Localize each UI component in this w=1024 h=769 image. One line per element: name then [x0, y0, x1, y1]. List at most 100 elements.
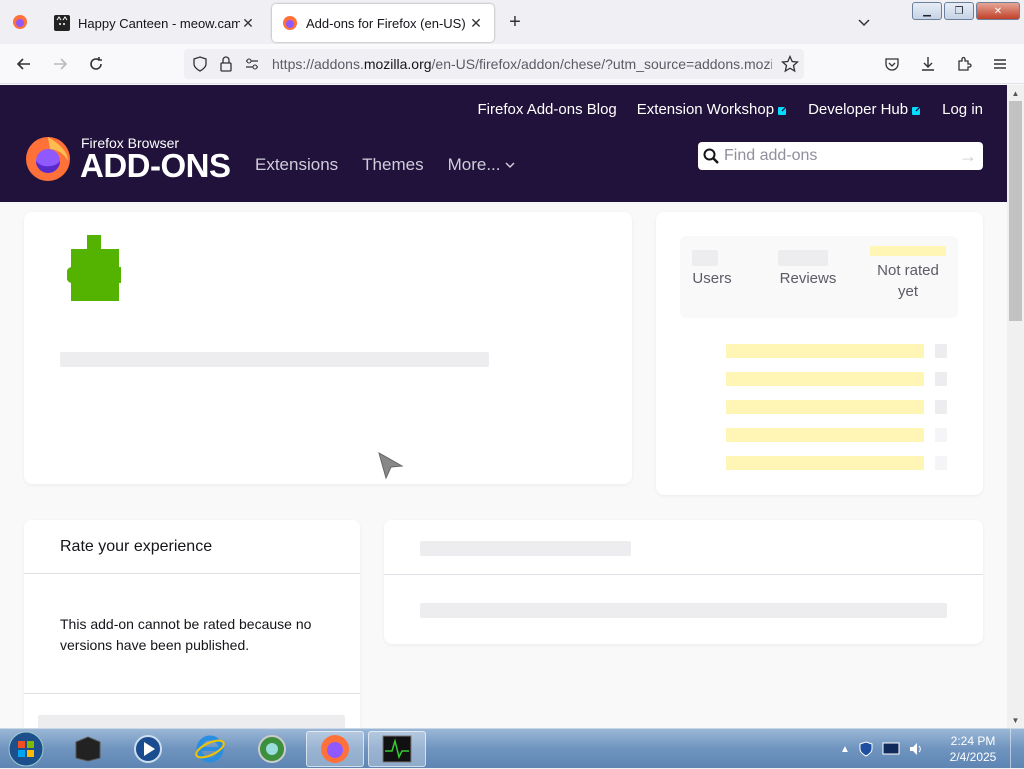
details-heading-placeholder — [420, 541, 631, 556]
restore-button[interactable]: ❐ — [944, 2, 974, 20]
vertical-scrollbar[interactable]: ▲ ▼ — [1007, 85, 1024, 728]
details-text-placeholder — [420, 603, 947, 618]
new-tab-button[interactable]: + — [504, 10, 526, 34]
firefox-view-icon[interactable] — [12, 14, 28, 30]
rating-bar-5 — [726, 344, 924, 358]
terminal-app-icon — [75, 736, 101, 762]
stats-summary: Users Reviews Not rated yet — [680, 236, 958, 318]
divider — [384, 574, 983, 575]
activity-monitor-icon — [382, 735, 412, 763]
taskbar-internet-explorer[interactable] — [182, 731, 238, 767]
rate-message: This add-on cannot be rated because no v… — [60, 616, 312, 653]
login-link[interactable]: Log in — [942, 101, 983, 118]
rating-count-1 — [935, 456, 947, 470]
network-monitor-icon[interactable] — [882, 741, 900, 757]
taskbar-clock[interactable]: 2:24 PM 2/4/2025 — [942, 733, 1004, 765]
extensions-button[interactable] — [952, 52, 976, 76]
addon-info-card — [24, 212, 632, 484]
header-top-links: Firefox Add-ons Blog Extension Workshop … — [478, 101, 983, 118]
security-shield-icon[interactable] — [858, 741, 874, 757]
taskbar-firefox[interactable] — [306, 731, 364, 767]
developer-hub-link[interactable]: Developer Hub — [808, 101, 922, 118]
tab-meow-camera[interactable]: Happy Canteen - meow.camera ✕ — [44, 4, 266, 42]
taskbar-monitor-app[interactable] — [368, 731, 426, 767]
external-link-icon — [912, 104, 922, 115]
addon-details-card — [384, 520, 983, 644]
reload-icon — [90, 57, 102, 70]
addon-stats-card: Users Reviews Not rated yet — [656, 212, 983, 495]
rate-experience-card: Rate your experience This add-on cannot … — [24, 520, 360, 728]
search-icon — [698, 143, 724, 169]
media-player-icon — [134, 735, 162, 763]
close-tab-icon[interactable]: ✕ — [240, 15, 256, 31]
scroll-down-arrow-icon[interactable]: ▼ — [1007, 712, 1024, 728]
external-link-icon — [778, 104, 788, 115]
clock-time: 2:24 PM — [950, 734, 996, 748]
divider — [24, 573, 360, 574]
search-placeholder: Find add-ons — [724, 147, 818, 164]
close-tab-icon[interactable]: ✕ — [468, 15, 484, 31]
rating-bar-1 — [726, 456, 924, 470]
app-menu-button[interactable] — [988, 52, 1012, 76]
close-window-button[interactable]: ✕ — [976, 2, 1020, 20]
globe-app-icon — [258, 735, 286, 763]
rating-bar-4 — [726, 372, 924, 386]
logo-title: ADD-ONS — [80, 147, 231, 184]
rating-bar-2 — [726, 428, 924, 442]
system-tray: ▲ — [840, 729, 924, 769]
scroll-up-arrow-icon[interactable]: ▲ — [1007, 85, 1024, 101]
firefox-logo-icon — [26, 137, 70, 181]
addon-title-placeholder — [60, 352, 489, 367]
rating-count-5 — [935, 344, 947, 358]
taskbar-media-player[interactable] — [120, 731, 176, 767]
minimize-button[interactable]: ▁ — [912, 2, 942, 20]
amo-logo[interactable]: Firefox Browser ADD-ONS — [24, 131, 234, 184]
nav-themes[interactable]: Themes — [362, 155, 423, 175]
show-desktop-button[interactable] — [1010, 729, 1024, 769]
tracking-shield-icon[interactable] — [190, 54, 210, 74]
permissions-icon[interactable] — [242, 54, 262, 74]
show-hidden-icons-icon[interactable]: ▲ — [840, 744, 850, 755]
url-text: https://addons.mozilla.org/en-US/firefox… — [272, 56, 772, 72]
taskbar-terminal[interactable] — [60, 731, 116, 767]
page-content: Firefox Add-ons Blog Extension Workshop … — [0, 85, 1007, 728]
downloads-button[interactable] — [916, 52, 940, 76]
download-icon — [922, 57, 934, 71]
back-button[interactable] — [12, 52, 36, 76]
tab-title: Add-ons for Firefox (en-US) — [306, 15, 466, 31]
nav-more[interactable]: More... — [448, 155, 515, 175]
divider — [24, 693, 360, 694]
search-input[interactable]: Find add-ons → — [698, 142, 983, 170]
browser-window: Happy Canteen - meow.camera ✕ Add-ons fo… — [0, 0, 1024, 728]
mouse-pointer-icon — [378, 452, 404, 480]
clock-date: 2/4/2025 — [949, 750, 997, 764]
start-button[interactable] — [0, 731, 52, 767]
forward-button[interactable] — [48, 52, 72, 76]
tab-title: Happy Canteen - meow.camera — [78, 15, 240, 31]
taskbar-network-app[interactable] — [244, 731, 300, 767]
windows-logo-icon — [8, 731, 44, 767]
url-bar[interactable]: https://addons.mozilla.org/en-US/firefox… — [184, 49, 804, 79]
volume-icon[interactable] — [908, 741, 924, 757]
extension-workshop-link[interactable]: Extension Workshop — [637, 101, 788, 118]
internet-explorer-icon — [195, 735, 225, 763]
lock-icon[interactable] — [216, 54, 236, 74]
window-controls: ▁ ❐ ✕ — [912, 2, 1020, 20]
rating-stat: Not rated yet — [868, 236, 948, 302]
addon-puzzle-icon — [67, 235, 121, 301]
reviews-stat: Reviews — [778, 236, 838, 287]
rating-count-2 — [935, 428, 947, 442]
blog-link[interactable]: Firefox Add-ons Blog — [478, 101, 617, 118]
search-submit-arrow-icon[interactable]: → — [959, 146, 983, 167]
scrollbar-thumb[interactable] — [1009, 101, 1022, 321]
hamburger-menu-icon — [994, 59, 1006, 69]
list-all-tabs-icon[interactable] — [854, 12, 874, 32]
tab-addons[interactable]: Add-ons for Firefox (en-US) ✕ — [272, 4, 494, 42]
nav-extensions[interactable]: Extensions — [255, 155, 338, 175]
bookmark-star-button[interactable] — [778, 52, 802, 76]
pocket-button[interactable] — [880, 52, 904, 76]
star-icon — [781, 55, 799, 73]
back-arrow-icon — [16, 58, 30, 70]
puzzle-icon — [958, 56, 972, 71]
reload-button[interactable] — [84, 52, 108, 76]
